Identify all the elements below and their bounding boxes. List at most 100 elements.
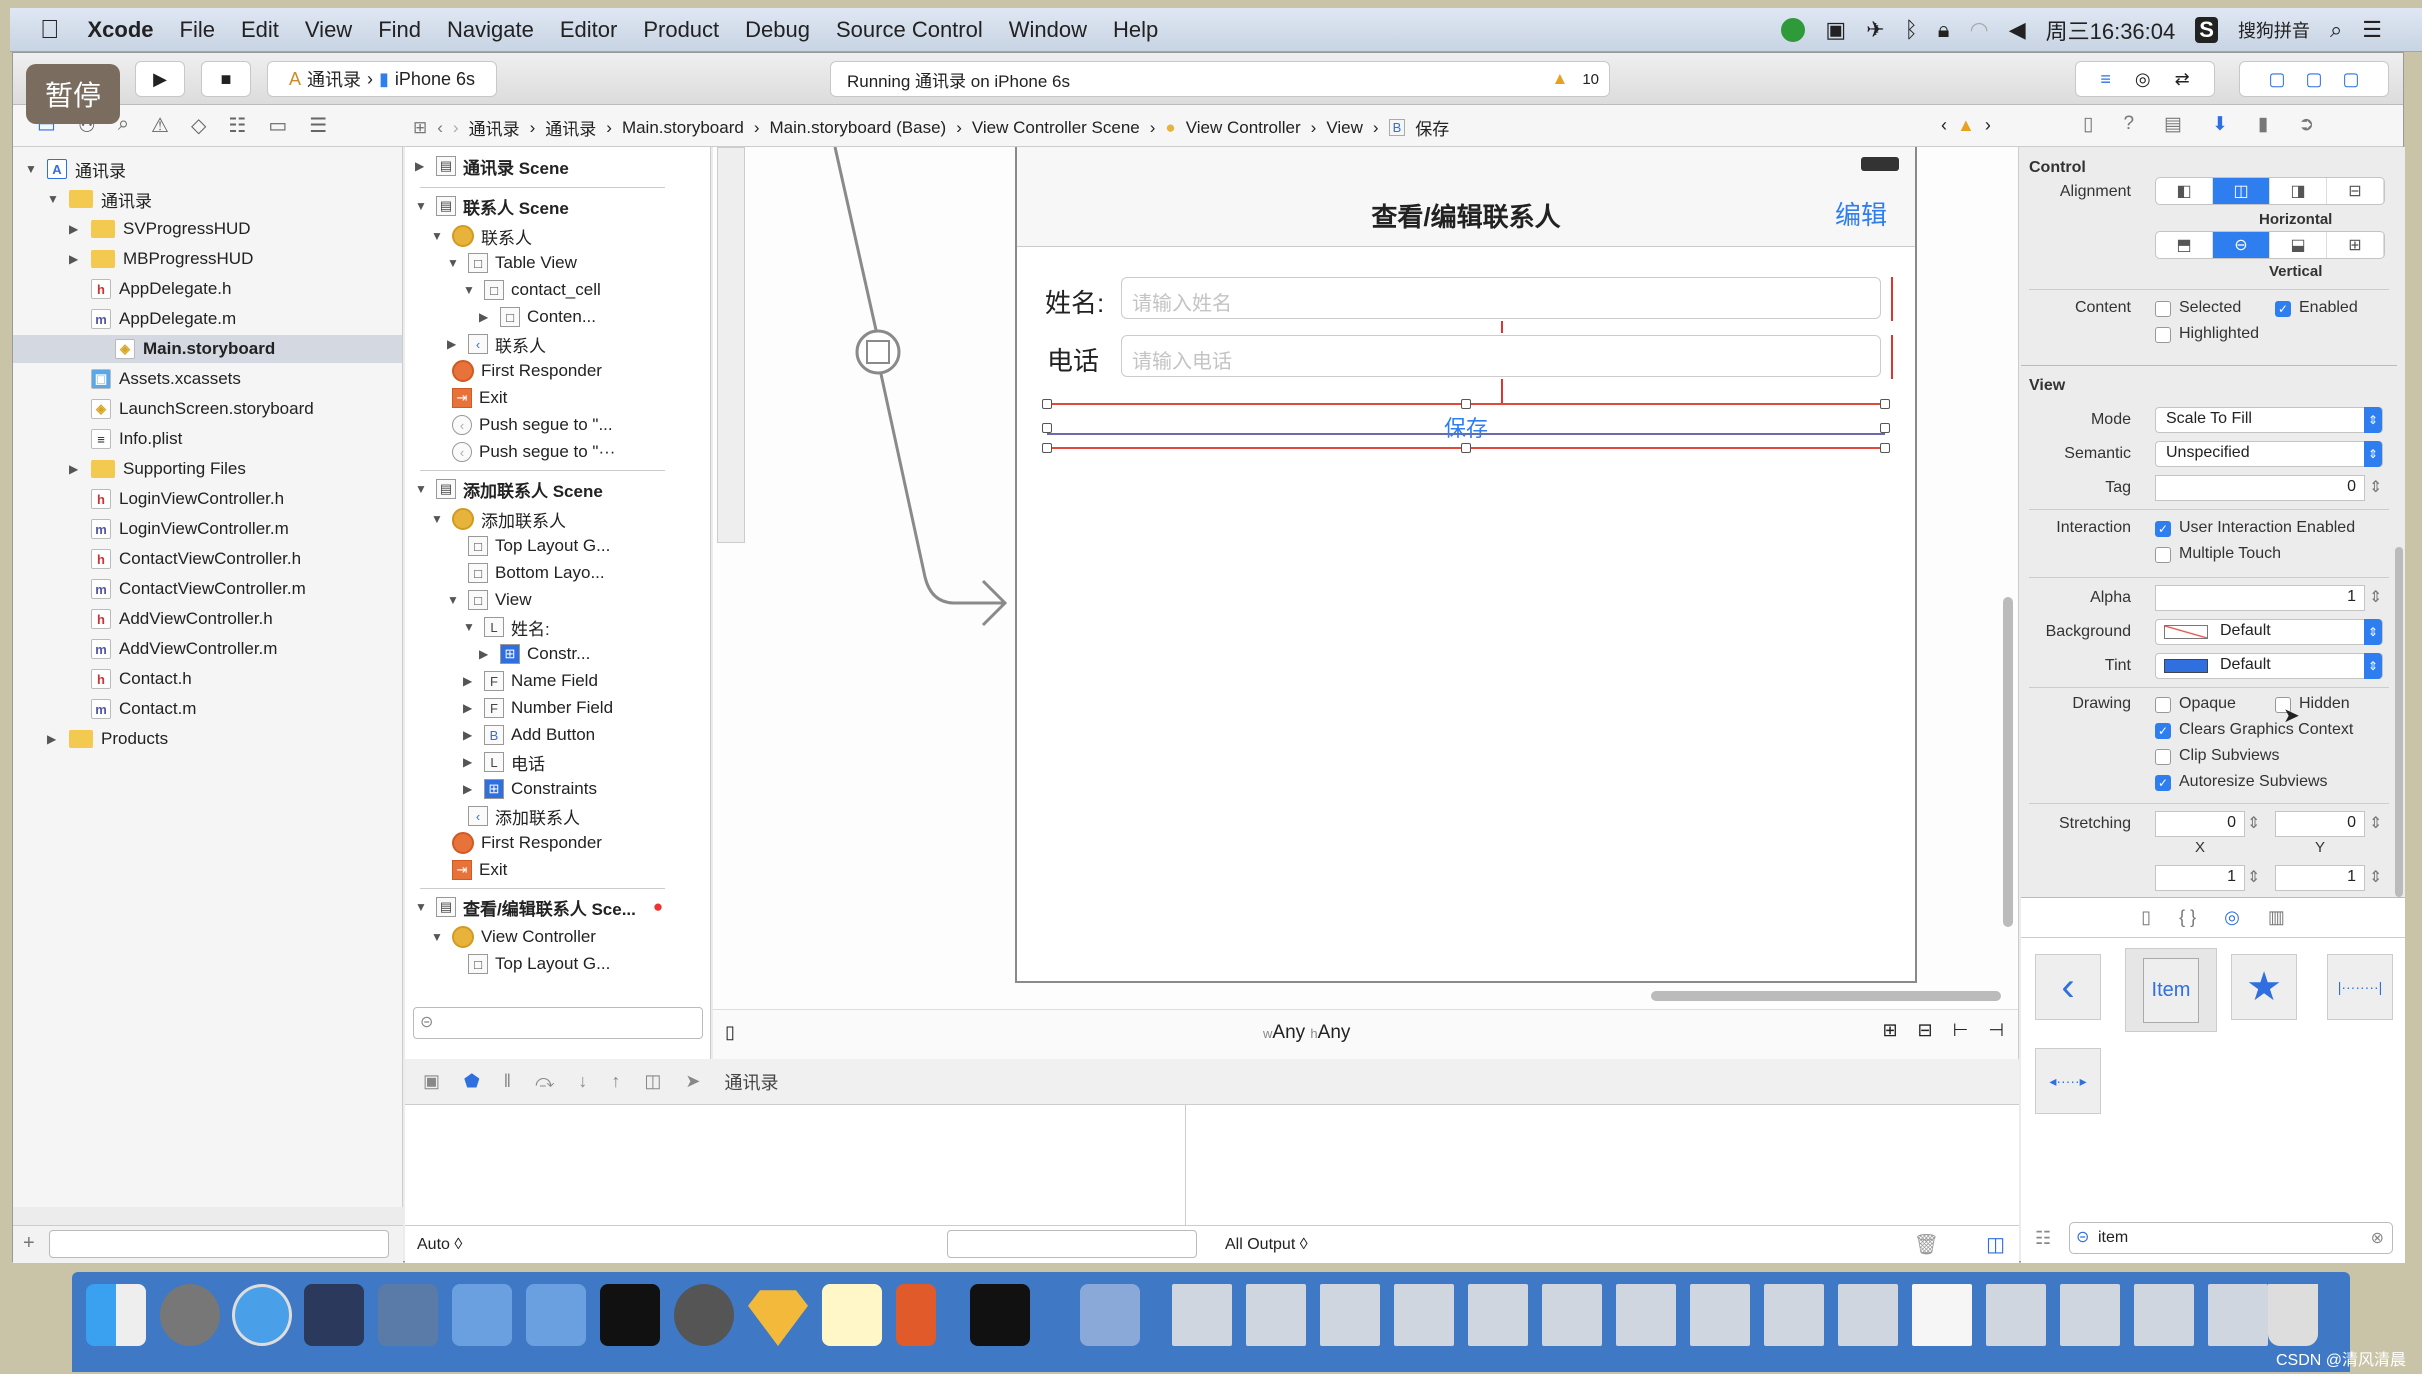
outline-item[interactable]: ‹ Push segue to "··· — [431, 439, 615, 465]
breakpoints-toggle-icon[interactable]: ⬟ — [464, 1071, 480, 1092]
semantic-select[interactable]: Unspecified ⇕ — [2155, 441, 2383, 467]
file-nav-item[interactable]: ▼ 通讯录 — [47, 185, 152, 213]
outline-item[interactable]: ▶ ⊞ Constr... — [479, 641, 590, 667]
pause-icon[interactable]: ‖ — [504, 1071, 511, 1092]
disclosure-expanded-icon[interactable]: ▼ — [415, 482, 429, 496]
horizontal-alignment-segment[interactable]: ◧ ◫ ◨ ⊟ — [2155, 177, 2385, 205]
notification-center-icon[interactable]: ☰ — [2362, 17, 2382, 43]
autoresize-checkbox[interactable]: ✓ — [2155, 775, 2171, 791]
name-field[interactable]: 请输入姓名 — [1121, 277, 1881, 319]
disclosure-collapsed-icon[interactable]: ▶ — [463, 755, 477, 769]
align-fill-icon[interactable]: ⊟ — [2327, 178, 2384, 204]
dock-minimized-window[interactable] — [1986, 1284, 2046, 1346]
file-nav-item[interactable]: h Contact.h — [69, 665, 192, 693]
outline-item[interactable]: ▶ B Add Button — [463, 722, 595, 748]
list-view-toggle-icon[interactable]: ☷ — [2035, 1228, 2051, 1249]
library-item-back-bar-button[interactable]: ‹ — [2035, 954, 2101, 1020]
toggle-utilities-icon[interactable]: ▢ — [2343, 69, 2360, 90]
test-navigator-icon[interactable]: ◇ — [191, 113, 206, 138]
align-center-icon[interactable]: ◫ — [2213, 178, 2270, 204]
library-filter-input[interactable]: ⊝ item ⊗ — [2069, 1222, 2393, 1254]
warning-icon[interactable]: ▲ — [1551, 69, 1568, 89]
outline-item[interactable]: ▶ ‹ 联系人 — [447, 331, 546, 357]
menu-edit[interactable]: Edit — [241, 17, 279, 43]
outline-item[interactable]: ▶ F Number Field — [463, 695, 613, 721]
scheme-selector[interactable]: A 通讯录 › ▮ iPhone 6s — [267, 61, 497, 97]
file-nav-item[interactable]: ≡ Info.plist — [69, 425, 182, 453]
previous-issue-icon[interactable]: ‹ — [1941, 115, 1947, 136]
file-nav-item[interactable]: ▶ Supporting Files — [69, 455, 246, 483]
toggle-navigator-icon[interactable]: ▢ — [2268, 69, 2285, 90]
outline-item[interactable]: ▼ View Controller — [431, 924, 596, 950]
assistant-editor-icon[interactable]: ◎ — [2135, 69, 2151, 90]
stretch-x-stepper[interactable]: ⇕ — [2247, 813, 2260, 833]
menu-help[interactable]: Help — [1113, 17, 1158, 43]
trash-icon[interactable]: 🗑︎ — [1914, 1232, 1939, 1257]
dock-minimized-window[interactable] — [1172, 1284, 1232, 1346]
outline-item[interactable]: ⇥ Exit — [431, 385, 507, 411]
outline-item[interactable]: First Responder — [431, 358, 602, 384]
menu-product[interactable]: Product — [643, 17, 719, 43]
dock-minimized-window[interactable] — [2060, 1284, 2120, 1346]
file-nav-item[interactable]: ▣ Assets.xcassets — [69, 365, 241, 393]
dock-safari-icon[interactable] — [232, 1284, 292, 1346]
back-icon[interactable]: ‹ — [437, 118, 443, 138]
file-inspector-icon[interactable]: ▯ — [2083, 113, 2093, 136]
resize-handle[interactable] — [1880, 423, 1890, 433]
library-item-flexible-space[interactable]: ◂·····▸ — [2035, 1048, 2101, 1114]
issue-navigator-icon[interactable]: ⚠ — [151, 113, 169, 138]
outline-item[interactable]: ▶ ⊞ Constraints — [463, 776, 597, 802]
size-class-control[interactable]: wAny hAny — [1263, 1022, 1350, 1044]
selected-checkbox[interactable] — [2155, 301, 2171, 317]
dock-system-preferences-icon[interactable] — [674, 1284, 734, 1346]
stretch-width-input[interactable]: 1 — [2155, 865, 2245, 891]
menu-view[interactable]: View — [305, 17, 352, 43]
outline-item[interactable]: ▶ □ Conten... — [479, 304, 596, 330]
view-debugger-icon[interactable]: ◫ — [644, 1071, 661, 1092]
split-console-icon[interactable]: ◫ — [1986, 1232, 2005, 1257]
dock-minimized-window[interactable] — [1764, 1284, 1824, 1346]
dock-trash-icon[interactable] — [2268, 1284, 2318, 1346]
camera-icon[interactable]: ▣ — [1825, 17, 1846, 43]
library-item-bar-button-item[interactable]: Item — [2125, 948, 2217, 1032]
dock-launchpad-icon[interactable] — [160, 1284, 220, 1346]
stretch-x-input[interactable]: 0 — [2155, 811, 2245, 837]
dock-minimized-window[interactable] — [1394, 1284, 1454, 1346]
crumb-scene[interactable]: View Controller Scene — [972, 118, 1140, 138]
resize-handle[interactable] — [1880, 443, 1890, 453]
clip-subviews-checkbox[interactable] — [2155, 749, 2171, 765]
dock-powerpoint-icon[interactable] — [896, 1284, 936, 1346]
disclosure-collapsed-icon[interactable]: ▶ — [479, 310, 493, 324]
view-controller-scene[interactable]: 查看/编辑联系人 编辑 姓名: 请输入姓名 电话 请输入电话 保存 — [1015, 147, 1917, 983]
airplane-icon[interactable]: ✈ — [1866, 17, 1884, 43]
align-top-icon[interactable]: ⬒ — [2156, 232, 2213, 258]
disclosure-collapsed-icon[interactable]: ▶ — [69, 252, 83, 266]
dock-minimized-window[interactable] — [1838, 1284, 1898, 1346]
disclosure-expanded-icon[interactable]: ▼ — [447, 256, 461, 270]
console-output-select[interactable]: All Output ◊ — [1225, 1236, 1308, 1254]
outline-item[interactable]: ⇥ Exit — [431, 857, 507, 883]
menu-window[interactable]: Window — [1009, 17, 1087, 43]
wifi-icon[interactable]: ◠ — [1969, 17, 1988, 43]
warning-count[interactable]: 10 — [1582, 71, 1599, 88]
outline-item[interactable]: ▼ 联系人 — [431, 223, 532, 249]
segue-arrow[interactable] — [713, 147, 1013, 647]
library-item-fixed-space[interactable]: |········| — [2327, 954, 2393, 1020]
menu-find[interactable]: Find — [378, 17, 421, 43]
crumb-base[interactable]: Main.storyboard (Base) — [770, 118, 947, 138]
quick-help-icon[interactable]: ? — [2123, 113, 2134, 136]
dock-minimized-window[interactable] — [1468, 1284, 1528, 1346]
align-vfill-icon[interactable]: ⊞ — [2327, 232, 2384, 258]
outline-filter-input[interactable]: ⊝ — [413, 1007, 703, 1039]
file-nav-item[interactable]: ◈ Main.storyboard — [13, 335, 402, 363]
version-editor-icon[interactable]: ⇄ — [2175, 69, 2190, 90]
canvas-horizontal-scrollbar[interactable] — [1651, 991, 2001, 1001]
outline-item[interactable]: ‹ Push segue to "... — [431, 412, 613, 438]
edit-bar-button[interactable]: 编辑 — [1835, 195, 1887, 232]
file-nav-item[interactable]: ▶ MBProgressHUD — [69, 245, 253, 273]
file-nav-item[interactable]: ▶ SVProgressHUD — [69, 215, 251, 243]
file-nav-item[interactable]: h AppDelegate.h — [69, 275, 231, 303]
align-icon[interactable]: ⊟ — [1918, 1020, 1933, 1041]
library-item-tab-bar-item[interactable]: ★ — [2231, 954, 2297, 1020]
clear-search-icon[interactable]: ⊗ — [2371, 1228, 2384, 1248]
